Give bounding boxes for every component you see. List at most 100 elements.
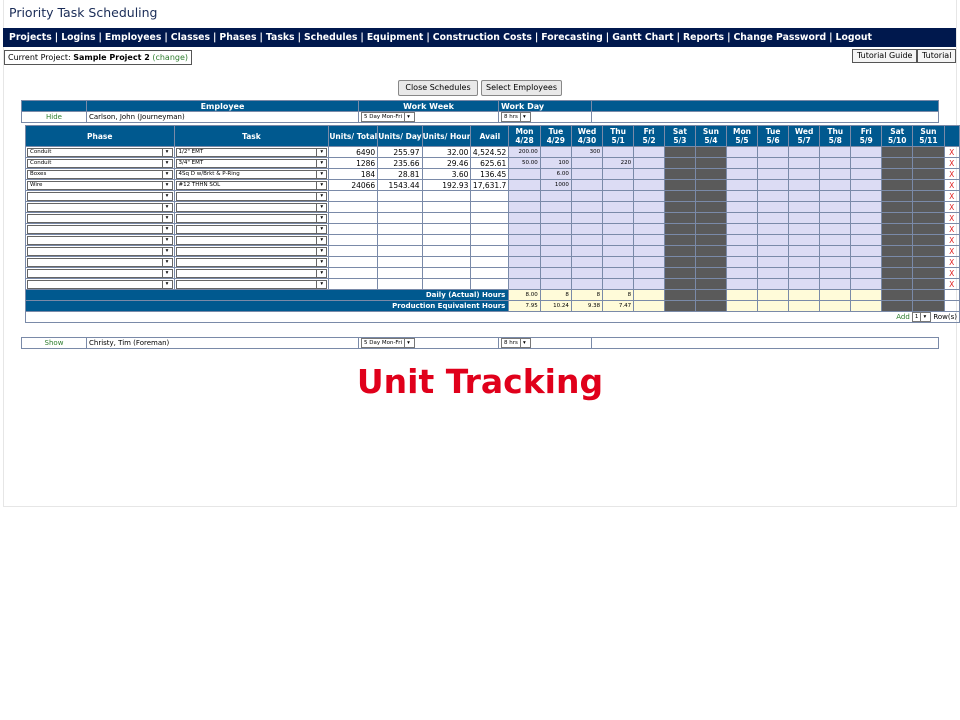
day-input[interactable] xyxy=(850,256,883,268)
day-input[interactable] xyxy=(819,146,852,158)
day-input[interactable] xyxy=(633,278,665,290)
phase-select[interactable]: ▾ xyxy=(27,279,173,289)
day-input[interactable] xyxy=(819,256,852,268)
day-input[interactable] xyxy=(850,190,883,202)
day-input[interactable] xyxy=(725,168,759,180)
remove-row-button[interactable]: X xyxy=(943,212,960,224)
day-input[interactable] xyxy=(725,267,759,279)
day-input[interactable] xyxy=(570,201,604,213)
day-input[interactable]: 300 xyxy=(570,146,604,158)
day-input[interactable] xyxy=(788,223,821,235)
day-input[interactable] xyxy=(850,278,883,290)
phase-select[interactable]: ▾ xyxy=(27,224,173,234)
nav-tasks[interactable]: Tasks xyxy=(266,32,295,43)
day-input[interactable] xyxy=(819,278,852,290)
day-input[interactable] xyxy=(539,267,572,279)
phase-select[interactable]: ▾ xyxy=(27,191,173,201)
nav-reports[interactable]: Reports xyxy=(683,32,724,43)
day-input[interactable] xyxy=(508,234,541,246)
day-input[interactable] xyxy=(788,190,821,202)
day-input[interactable] xyxy=(539,256,572,268)
day-input[interactable] xyxy=(757,146,790,158)
day-input[interactable] xyxy=(788,157,821,169)
work-day-select[interactable]: 8 hrs ▾ xyxy=(501,338,531,348)
day-input[interactable] xyxy=(819,212,852,224)
day-input[interactable] xyxy=(633,190,665,202)
remove-row-button[interactable]: X xyxy=(943,190,960,202)
day-input[interactable] xyxy=(725,245,759,257)
day-input[interactable] xyxy=(850,245,883,257)
day-input[interactable] xyxy=(539,212,572,224)
day-input[interactable] xyxy=(725,278,759,290)
day-input[interactable] xyxy=(788,168,821,180)
day-input[interactable] xyxy=(602,223,635,235)
day-input[interactable] xyxy=(819,157,852,169)
add-count-select[interactable]: 1 ▾ xyxy=(911,312,932,322)
day-input[interactable] xyxy=(633,212,665,224)
day-input[interactable] xyxy=(788,212,821,224)
day-input[interactable] xyxy=(725,179,759,191)
work-week-select[interactable]: 5 Day Mon-Fri ▾ xyxy=(361,338,415,348)
day-input[interactable] xyxy=(757,267,790,279)
task-select[interactable]: ▾ xyxy=(175,191,328,201)
phase-select[interactable]: Conduit ▾ xyxy=(27,158,173,168)
day-input[interactable] xyxy=(539,190,572,202)
phase-select[interactable]: ▾ xyxy=(27,257,173,267)
remove-row-button[interactable]: X xyxy=(943,157,960,169)
remove-row-button[interactable]: X xyxy=(943,278,960,290)
day-input[interactable] xyxy=(725,190,759,202)
day-input[interactable] xyxy=(633,168,665,180)
day-input[interactable] xyxy=(788,201,821,213)
remove-row-button[interactable]: X xyxy=(943,223,960,235)
day-input[interactable] xyxy=(757,201,790,213)
task-select[interactable]: ▾ xyxy=(175,279,328,289)
day-input[interactable] xyxy=(602,146,635,158)
nav-employees[interactable]: Employees xyxy=(105,32,161,43)
day-input[interactable] xyxy=(850,146,883,158)
day-input[interactable] xyxy=(539,278,572,290)
day-input[interactable] xyxy=(757,256,790,268)
day-input[interactable] xyxy=(633,267,665,279)
day-input[interactable] xyxy=(570,256,604,268)
day-input[interactable] xyxy=(508,168,541,180)
hide-link[interactable]: Hide xyxy=(21,111,87,123)
remove-row-button[interactable]: X xyxy=(943,234,960,246)
day-input[interactable] xyxy=(570,267,604,279)
phase-select[interactable]: Wire ▾ xyxy=(27,180,173,190)
task-select[interactable]: ▾ xyxy=(175,246,328,256)
day-input[interactable] xyxy=(570,190,604,202)
day-input[interactable] xyxy=(757,190,790,202)
phase-select[interactable]: Conduit ▾ xyxy=(27,147,173,157)
remove-row-button[interactable]: X xyxy=(943,168,960,180)
day-input[interactable] xyxy=(602,267,635,279)
day-input[interactable] xyxy=(508,201,541,213)
day-input[interactable] xyxy=(757,168,790,180)
day-input[interactable] xyxy=(508,278,541,290)
nav-classes[interactable]: Classes xyxy=(171,32,210,43)
day-input[interactable] xyxy=(602,179,635,191)
day-input[interactable] xyxy=(508,179,541,191)
day-input[interactable] xyxy=(757,278,790,290)
phase-select[interactable]: ▾ xyxy=(27,268,173,278)
remove-row-button[interactable]: X xyxy=(943,179,960,191)
day-input[interactable] xyxy=(602,168,635,180)
day-input[interactable] xyxy=(602,278,635,290)
day-input[interactable] xyxy=(570,278,604,290)
nav-logout[interactable]: Logout xyxy=(836,32,872,43)
day-input[interactable] xyxy=(508,223,541,235)
task-select[interactable]: ▾ xyxy=(175,257,328,267)
day-input[interactable] xyxy=(788,267,821,279)
task-select[interactable]: ▾ xyxy=(175,268,328,278)
day-input[interactable] xyxy=(788,146,821,158)
remove-row-button[interactable]: X xyxy=(943,267,960,279)
task-select[interactable]: #12 THHN SOL ▾ xyxy=(175,180,328,190)
nav-schedules[interactable]: Schedules xyxy=(304,32,357,43)
day-input[interactable] xyxy=(850,267,883,279)
day-input[interactable] xyxy=(570,179,604,191)
nav-projects[interactable]: Projects xyxy=(9,32,52,43)
task-select[interactable]: 4Sq D w/Brkt & P-Ring ▾ xyxy=(175,169,328,179)
day-input[interactable] xyxy=(539,146,572,158)
day-input[interactable]: 50.00 xyxy=(508,157,541,169)
day-input[interactable] xyxy=(788,179,821,191)
phase-select[interactable]: ▾ xyxy=(27,235,173,245)
